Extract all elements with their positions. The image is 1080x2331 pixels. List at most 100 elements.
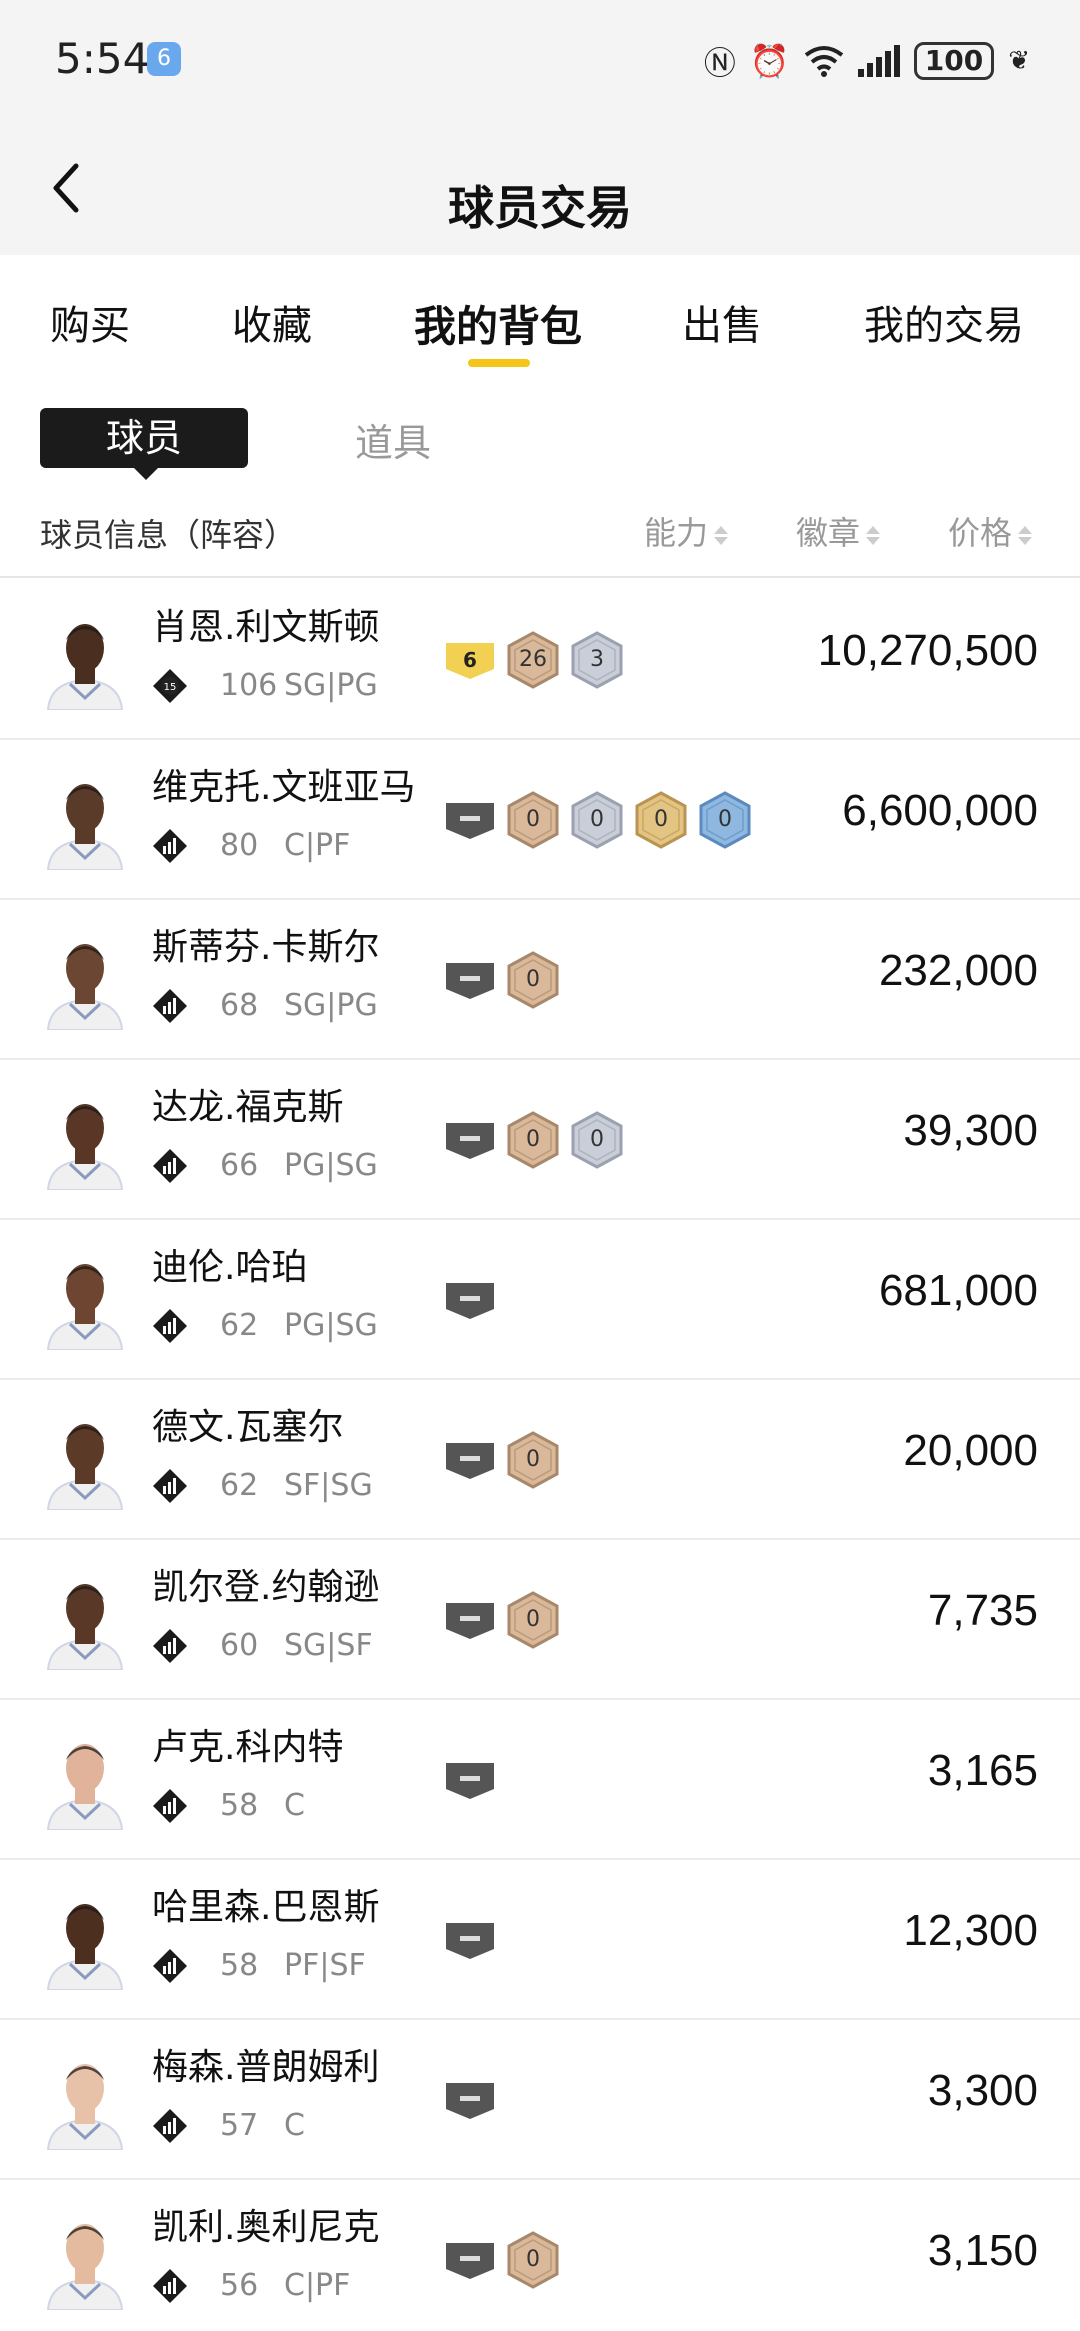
tab-sell[interactable]: 出售: [682, 293, 762, 351]
player-row[interactable]: 凯利.奥利尼克 56 C|PF 0 3,150: [0, 2180, 1080, 2331]
badge-group: 0: [444, 950, 560, 1010]
badge-hex-icon: 0: [506, 951, 560, 1009]
badge-hex-icon: 0: [506, 2231, 560, 2289]
player-row[interactable]: 哈里森.巴恩斯 58 PF|SF 12,300: [0, 1860, 1080, 2020]
status-time: 5:54: [55, 34, 150, 83]
player-name: 达龙.福克斯: [152, 1087, 344, 1128]
player-row[interactable]: 卢克.科内特 58 C 3,165: [0, 1700, 1080, 1860]
player-position: SG|PG: [284, 988, 378, 1023]
player-rating: 68: [220, 988, 259, 1023]
player-avatar: [46, 1904, 124, 1990]
player-row[interactable]: 凯尔登.约翰逊 60 SG|SF 0 7,735: [0, 1540, 1080, 1700]
rating-diamond-icon: [153, 1469, 187, 1503]
player-rating: 57: [220, 2108, 259, 2143]
player-rating: 58: [220, 1788, 259, 1823]
player-name: 肖恩.利文斯顿: [152, 607, 380, 648]
rating-diamond-icon: [153, 829, 187, 863]
player-position: C|PF: [284, 828, 351, 863]
battery-icon: 100: [913, 42, 995, 80]
badge-group: 0: [444, 1590, 560, 1650]
tab-favorites[interactable]: 收藏: [232, 293, 312, 351]
player-rating: 62: [220, 1308, 259, 1343]
badge-hex-icon: 0: [570, 1111, 624, 1169]
alarm-icon: ⏰: [749, 42, 790, 80]
player-rating: 58: [220, 1948, 259, 1983]
col-price-label: 价格: [948, 514, 1013, 552]
player-name: 德文.瓦塞尔: [152, 1407, 344, 1448]
sort-icon: [1018, 525, 1033, 545]
badge-group: 0: [444, 1430, 560, 1490]
status-bar: 5:54 6 Ⓝ ⏰ 100 ❦: [0, 0, 1080, 120]
badge-flag-icon: 6: [446, 643, 494, 679]
player-row[interactable]: 达龙.福克斯 66 PG|SG 00 39,300: [0, 1060, 1080, 1220]
player-price: 3,150: [927, 2226, 1038, 2275]
col-price-sort[interactable]: 价格: [948, 508, 1033, 554]
rating-diamond-icon: [153, 2109, 187, 2143]
player-price: 6,600,000: [842, 786, 1038, 835]
col-player-info: 球员信息（阵容）: [40, 516, 297, 554]
badge-value: 0: [590, 807, 604, 832]
player-price: 7,735: [927, 1586, 1038, 1635]
col-badges-sort[interactable]: 徽章: [796, 508, 881, 554]
rating-diamond-icon: [153, 1789, 187, 1823]
badge-group: [444, 2070, 496, 2130]
player-row[interactable]: 肖恩.利文斯顿 15 106 SG|PG 6 26 3 10,270,500: [0, 580, 1080, 740]
badge-group: 00: [444, 1110, 624, 1170]
player-price: 20,000: [903, 1426, 1038, 1475]
player-price: 3,165: [927, 1746, 1038, 1795]
title-bar: 球员交易: [0, 120, 1080, 255]
badge-value: 0: [526, 1127, 540, 1152]
badge-group: [444, 1750, 496, 1810]
player-avatar: [46, 1104, 124, 1190]
badge-hex-icon: 0: [570, 791, 624, 849]
column-header: 球员信息（阵容） 能力 徽章 价格: [0, 490, 1080, 578]
player-position: C: [284, 1788, 305, 1823]
badge-value: 0: [526, 1447, 540, 1472]
badge-value: 0: [526, 807, 540, 832]
col-ability-sort[interactable]: 能力: [644, 508, 729, 554]
player-row[interactable]: 德文.瓦塞尔 62 SF|SG 0 20,000: [0, 1380, 1080, 1540]
notification-icon: 6: [147, 42, 181, 76]
player-row[interactable]: 迪伦.哈珀 62 PG|SG 681,000: [0, 1220, 1080, 1380]
badge-hex-icon: 0: [634, 791, 688, 849]
player-price: 10,270,500: [817, 626, 1038, 675]
player-price: 681,000: [878, 1266, 1038, 1315]
player-position: PG|SG: [284, 1148, 378, 1183]
badge-hex-icon: 3: [570, 631, 624, 689]
player-price: 39,300: [903, 1106, 1038, 1155]
tab-buy[interactable]: 购买: [50, 293, 130, 351]
player-rating: 62: [220, 1468, 259, 1503]
player-name: 凯利.奥利尼克: [152, 2207, 380, 2248]
player-name: 梅森.普朗姆利: [152, 2047, 380, 2088]
player-row[interactable]: 梅森.普朗姆利 57 C 3,300: [0, 2020, 1080, 2180]
badge-group: 0: [444, 2230, 560, 2290]
badge-group: 0 0 0 0: [444, 790, 752, 850]
player-avatar: [46, 1744, 124, 1830]
player-name: 维克托.文班亚马: [152, 767, 416, 808]
player-row[interactable]: 斯蒂芬.卡斯尔 68 SG|PG 0 232,000: [0, 900, 1080, 1060]
player-row[interactable]: 维克托.文班亚马 80 C|PF 0 0 0 0 6,600,000: [0, 740, 1080, 900]
player-avatar: [46, 2064, 124, 2150]
badge-hex-icon: 0: [698, 791, 752, 849]
player-position: SG|SF: [284, 1628, 373, 1663]
tab-my-backpack[interactable]: 我的背包: [414, 293, 582, 354]
badge-flag-icon: [446, 963, 494, 999]
rating-diamond-icon: [153, 1149, 187, 1183]
player-position: PF|SF: [284, 1948, 366, 1983]
badge-group: [444, 1270, 496, 1330]
subtab-items[interactable]: 道具: [355, 412, 431, 467]
subtab-players[interactable]: 球员: [40, 408, 248, 480]
rating-diamond-icon: 15: [153, 669, 187, 703]
player-avatar: [46, 944, 124, 1030]
sort-icon: [866, 525, 881, 545]
player-avatar: [46, 1264, 124, 1350]
player-rating: 80: [220, 828, 259, 863]
player-position: C|PF: [284, 2268, 351, 2303]
tab-my-trades[interactable]: 我的交易: [864, 293, 1024, 351]
wifi-icon: [804, 46, 843, 77]
badge-group: [444, 1910, 496, 1970]
player-avatar: [46, 784, 124, 870]
col-ability-label: 能力: [644, 514, 709, 552]
rating-diamond-icon: [153, 1629, 187, 1663]
player-avatar: [46, 1424, 124, 1510]
